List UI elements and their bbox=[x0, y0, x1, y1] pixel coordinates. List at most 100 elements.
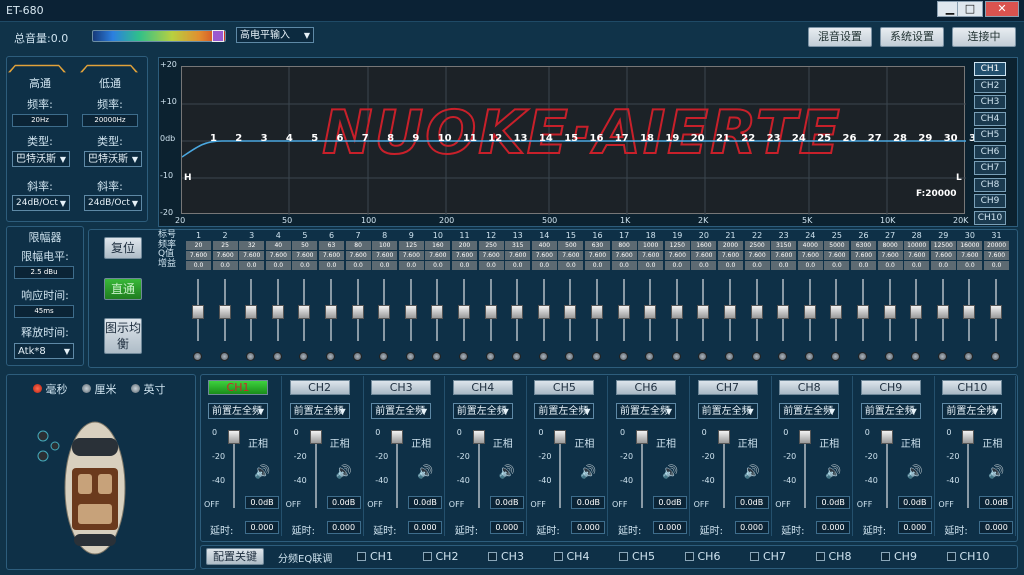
volume-slider[interactable] bbox=[92, 30, 226, 42]
tab-ch7[interactable]: CH7 bbox=[974, 161, 1006, 175]
eq-band-knob[interactable] bbox=[858, 352, 867, 361]
band-number[interactable]: 3 bbox=[261, 133, 268, 144]
eq-fader-handle[interactable] bbox=[803, 305, 816, 319]
channel-delay-field[interactable]: 0.000 bbox=[489, 521, 524, 534]
eq-band-knob[interactable] bbox=[565, 352, 575, 361]
eq-band-q[interactable]: 7.600 bbox=[239, 251, 265, 260]
eq-band-q[interactable]: 7.600 bbox=[531, 251, 557, 260]
link-checkbox-ch6[interactable]: CH6 bbox=[684, 550, 720, 563]
connection-button[interactable]: 连接中 bbox=[952, 27, 1016, 47]
channel-fader-handle[interactable] bbox=[391, 430, 404, 444]
eq-band-knob[interactable] bbox=[831, 352, 841, 361]
eq-band-q[interactable]: 7.600 bbox=[319, 251, 344, 260]
eq-band-freq[interactable]: 125 bbox=[398, 241, 424, 250]
eq-band-gain[interactable]: 0.0 bbox=[797, 261, 823, 270]
phase-label[interactable]: 正相 bbox=[738, 435, 758, 450]
eq-band-q[interactable]: 7.600 bbox=[664, 251, 690, 260]
eq-fader-handle[interactable] bbox=[218, 305, 231, 319]
band-number[interactable]: 20 bbox=[691, 133, 705, 144]
eq-band-q[interactable]: 7.600 bbox=[186, 251, 211, 260]
channel-position-select[interactable]: 前置左全频 ▼ bbox=[697, 403, 758, 419]
phase-label[interactable]: 正相 bbox=[901, 435, 921, 450]
link-checkbox-ch9[interactable]: CH9 bbox=[881, 550, 917, 563]
channel-button[interactable]: CH7 bbox=[697, 380, 758, 395]
channel-delay-field[interactable]: 0.000 bbox=[653, 521, 687, 534]
channel-gain-field[interactable]: 0.0dB bbox=[326, 496, 361, 509]
channel-gain-field[interactable]: 0.0dB bbox=[897, 496, 932, 509]
band-number[interactable]: 13 bbox=[514, 133, 528, 144]
eq-band-knob[interactable] bbox=[459, 352, 468, 361]
eq-band-q[interactable]: 7.600 bbox=[611, 251, 637, 260]
reset-button[interactable]: 复位 bbox=[104, 237, 142, 259]
eq-band-freq[interactable]: 200 bbox=[452, 241, 477, 250]
band-number[interactable]: 7 bbox=[362, 133, 369, 144]
eq-band-freq[interactable]: 2500 bbox=[744, 241, 770, 250]
close-button[interactable]: ✕ bbox=[985, 1, 1019, 17]
band-number[interactable]: 2 bbox=[235, 133, 242, 144]
lp-slope-select[interactable]: 24dB/Oct ▼ bbox=[84, 195, 142, 211]
eq-band-gain[interactable]: 0.0 bbox=[212, 261, 238, 270]
channel-button[interactable]: CH4 bbox=[452, 380, 513, 395]
eq-band-q[interactable]: 7.600 bbox=[452, 251, 477, 260]
channel-button[interactable]: CH6 bbox=[616, 380, 676, 395]
channel-position-select[interactable]: 前置左全频 ▼ bbox=[860, 403, 921, 419]
eq-band-freq[interactable]: 20000 bbox=[984, 241, 1009, 250]
phase-label[interactable]: 正相 bbox=[574, 435, 594, 450]
hp-slope-select[interactable]: 24dB/Oct ▼ bbox=[12, 195, 70, 211]
phase-label[interactable]: 正相 bbox=[330, 435, 350, 450]
eq-band-knob[interactable] bbox=[379, 352, 389, 361]
graphic-eq-button[interactable]: 图示均衡 bbox=[104, 318, 142, 354]
eq-band-q[interactable]: 7.600 bbox=[691, 251, 717, 260]
eq-fader-handle[interactable] bbox=[990, 305, 1002, 319]
eq-band-q[interactable]: 7.600 bbox=[425, 251, 451, 260]
speaker-icon[interactable]: 🔊 bbox=[825, 465, 841, 480]
speaker-icon[interactable]: 🔊 bbox=[744, 465, 760, 480]
eq-band-freq[interactable]: 2000 bbox=[718, 241, 743, 250]
channel-fader-handle[interactable] bbox=[962, 430, 975, 444]
channel-fader-handle[interactable] bbox=[554, 430, 567, 444]
eq-band-gain[interactable]: 0.0 bbox=[851, 261, 876, 270]
eq-band-freq[interactable]: 100 bbox=[372, 241, 398, 250]
channel-fader-handle[interactable] bbox=[880, 430, 893, 444]
channel-button[interactable]: CH2 bbox=[289, 380, 350, 395]
channel-position-select[interactable]: 前置左全频 ▼ bbox=[371, 403, 432, 419]
eq-band-gain[interactable]: 0.0 bbox=[319, 261, 344, 270]
channel-button[interactable]: CH5 bbox=[534, 380, 595, 395]
link-checkbox-ch4[interactable]: CH4 bbox=[553, 550, 589, 563]
maximize-button[interactable]: □ bbox=[957, 1, 983, 17]
limit-level-field[interactable]: 2.5 dBu bbox=[14, 266, 74, 279]
eq-band-knob[interactable] bbox=[299, 352, 309, 361]
eq-band-knob[interactable] bbox=[937, 352, 947, 361]
eq-band-gain[interactable]: 0.0 bbox=[718, 261, 743, 270]
eq-band-knob[interactable] bbox=[884, 352, 894, 361]
eq-band-gain[interactable]: 0.0 bbox=[345, 261, 371, 270]
eq-band-gain[interactable]: 0.0 bbox=[957, 261, 983, 270]
band-number[interactable]: 9 bbox=[412, 133, 419, 144]
band-number[interactable]: 22 bbox=[741, 133, 755, 144]
eq-band-knob[interactable] bbox=[592, 352, 601, 361]
eq-fader-handle[interactable] bbox=[192, 305, 204, 319]
band-number[interactable]: 25 bbox=[817, 133, 831, 144]
band-number[interactable]: 1 bbox=[210, 133, 217, 144]
phase-label[interactable]: 正相 bbox=[493, 435, 513, 450]
eq-band-freq[interactable]: 4000 bbox=[797, 241, 823, 250]
eq-band-knob[interactable] bbox=[778, 352, 788, 361]
eq-band-freq[interactable]: 12500 bbox=[930, 241, 956, 250]
eq-band-gain[interactable]: 0.0 bbox=[904, 261, 930, 270]
channel-fader-handle[interactable] bbox=[472, 430, 485, 444]
eq-band-knob[interactable] bbox=[219, 352, 229, 361]
eq-band-freq[interactable]: 1000 bbox=[638, 241, 664, 250]
eq-band-gain[interactable]: 0.0 bbox=[505, 261, 531, 270]
eq-fader-handle[interactable] bbox=[936, 305, 949, 319]
eq-band-gain[interactable]: 0.0 bbox=[425, 261, 451, 270]
bypass-button[interactable]: 直通 bbox=[104, 278, 142, 300]
eq-band-freq[interactable]: 50 bbox=[292, 241, 318, 250]
band-number[interactable]: 24 bbox=[792, 133, 806, 144]
band-number[interactable]: 23 bbox=[767, 133, 781, 144]
eq-band-knob[interactable] bbox=[618, 352, 628, 361]
input-source-select[interactable]: 高电平输入 ▼ bbox=[236, 27, 314, 43]
eq-band-gain[interactable]: 0.0 bbox=[611, 261, 637, 270]
volume-slider-handle[interactable] bbox=[212, 30, 224, 42]
eq-band-q[interactable]: 7.600 bbox=[345, 251, 371, 260]
eq-band-q[interactable]: 7.600 bbox=[212, 251, 238, 260]
